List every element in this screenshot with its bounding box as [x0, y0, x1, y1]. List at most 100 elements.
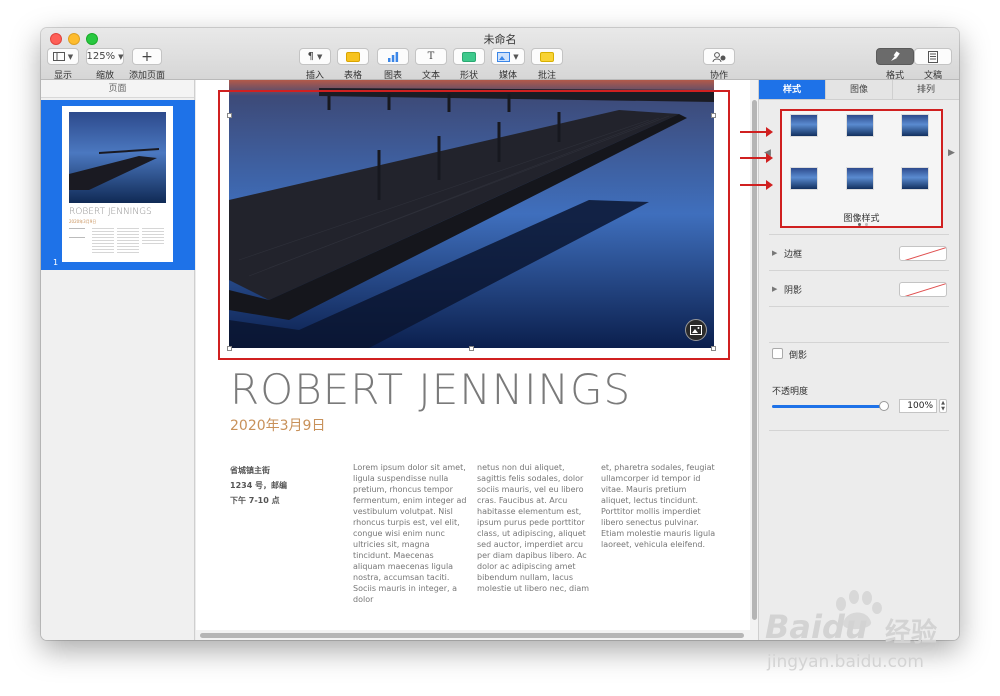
resize-handle[interactable] [227, 346, 232, 351]
add-person-icon [712, 51, 726, 62]
page-thumbnail-1[interactable]: ROBERT JENNINGS 2020年3月9日 1 [41, 100, 195, 270]
insert-button[interactable]: ¶ ▼ 插入 [299, 48, 331, 81]
page-thumbnail-preview: ROBERT JENNINGS 2020年3月9日 [62, 106, 173, 262]
reflection-label: 倒影 [789, 351, 808, 361]
plus-icon: + [141, 48, 153, 65]
view-button[interactable]: ▼ 显示 [47, 48, 79, 81]
image-style-2[interactable] [846, 114, 874, 137]
address-line: 下午 7-10 点 [230, 496, 280, 505]
watermark-url: jingyan.baidu.com [767, 652, 924, 672]
horizontal-scrollbar[interactable] [196, 630, 750, 640]
shadow-label[interactable]: 阴影 [784, 283, 802, 296]
section-divider [769, 342, 949, 343]
page-dot[interactable] [865, 223, 868, 226]
address-line: 1234 号，邮编 [230, 481, 288, 490]
text-box-icon: T [427, 51, 435, 62]
table-icon [346, 51, 360, 62]
no-fill-icon [904, 283, 946, 296]
watermark-subtitle: 经验 [885, 618, 938, 648]
document-date[interactable]: 2020年3月9日 [230, 415, 325, 435]
opacity-stepper[interactable]: ▲ ▼ [939, 399, 947, 413]
disclosure-triangle-icon[interactable]: ▶ [772, 285, 777, 293]
tab-style[interactable]: 样式 [759, 80, 826, 99]
thumbnail-date: 2020年3月9日 [69, 219, 97, 224]
opacity-slider-knob[interactable] [879, 401, 889, 411]
image-style-5[interactable] [846, 167, 874, 190]
paintbrush-icon [891, 51, 900, 61]
pier-image-icon [69, 148, 159, 190]
border-swatch[interactable] [899, 246, 947, 261]
image-style-4[interactable] [790, 167, 818, 190]
body-text-column-2[interactable]: netus non dui aliquet, sagittis felis so… [477, 462, 592, 594]
zoom-control[interactable]: 125% ▼ 缩放 [86, 48, 124, 81]
chevron-down-icon: ▼ [67, 52, 74, 61]
document-name[interactable]: ROBERT JENNINGS [230, 365, 631, 414]
document-page[interactable]: ROBERT JENNINGS 2020年3月9日 省城镇主街 1234 号，邮… [196, 80, 750, 630]
thumbnail-column [92, 228, 114, 254]
text-button[interactable]: T 文本 [415, 48, 447, 81]
format-inspector: 样式 图像 排列 ◀ ▶ 图像样式 ▶ 边框 ▶ 阴影 [758, 80, 959, 640]
image-style-1[interactable] [790, 114, 818, 137]
thumbnail-address-lines [69, 228, 85, 238]
section-divider [769, 234, 949, 235]
window-title: 未命名 [483, 33, 517, 46]
border-label[interactable]: 边框 [784, 247, 802, 260]
resize-handle[interactable] [711, 113, 716, 118]
page-thumbnails-panel: 页面 ROBERT JENNINGS 2020年3月9日 1 [41, 80, 195, 640]
comment-icon [540, 51, 554, 62]
annotation-arrow [740, 180, 773, 190]
chevron-down-icon: ▼ [316, 52, 323, 61]
opacity-field[interactable]: 100% [899, 399, 937, 413]
shadow-swatch[interactable] [899, 282, 947, 297]
image-style-6[interactable] [901, 167, 929, 190]
paragraph-icon: ¶ [307, 51, 314, 62]
vertical-scroll-thumb[interactable] [752, 100, 757, 620]
page-dot-active[interactable] [858, 223, 861, 226]
comment-button[interactable]: 批注 [531, 48, 563, 81]
media-button[interactable]: ▼ 媒体 [491, 48, 525, 81]
address-block[interactable]: 省城镇主街 1234 号，邮编 下午 7-10 点 [230, 463, 287, 508]
bar-chart-icon [388, 51, 399, 62]
section-divider [769, 306, 949, 307]
no-fill-icon [904, 247, 946, 260]
baidu-watermark: Baidu 经验 jingyan.baidu.com [765, 590, 985, 680]
opacity-slider[interactable] [772, 401, 889, 411]
image-icon [497, 51, 511, 62]
resize-handle[interactable] [469, 346, 474, 351]
resize-handle[interactable] [227, 113, 232, 118]
tab-arrange[interactable]: 排列 [893, 80, 959, 99]
thumbnail-name: ROBERT JENNINGS [69, 207, 152, 217]
table-button[interactable]: 表格 [337, 48, 369, 81]
horizontal-scroll-thumb[interactable] [200, 633, 744, 638]
format-button[interactable]: 格式 [876, 48, 914, 81]
watermark-brand: Baidu [765, 608, 868, 646]
shape-button[interactable]: 形状 [453, 48, 485, 81]
chevron-down-icon[interactable]: ▼ [940, 406, 946, 412]
pages-app-window: 未命名 ▼ 显示 125% ▼ 缩放 + 添加页面 ¶ ▼ 插入 表格 图表 T… [41, 28, 959, 640]
opacity-label: 不透明度 [772, 387, 809, 397]
section-divider [769, 430, 949, 431]
chart-button[interactable]: 图表 [377, 48, 409, 81]
body-text-column-3[interactable]: et, pharetra sodales, feugiat ullamcorpe… [601, 462, 716, 550]
image-styles-caption: 图像样式 [843, 214, 880, 224]
document-icon [928, 50, 938, 63]
inspector-tabs: 样式 图像 排列 [759, 80, 959, 100]
resize-handle[interactable] [711, 346, 716, 351]
tab-image[interactable]: 图像 [826, 80, 893, 99]
disclosure-triangle-icon[interactable]: ▶ [772, 249, 777, 257]
chevron-down-icon: ▼ [513, 52, 519, 61]
body-text-column-1[interactable]: Lorem ipsum dolor sit amet, ligula suspe… [353, 462, 468, 605]
document-button[interactable]: 文稿 [914, 48, 952, 81]
section-divider [769, 270, 949, 271]
annotation-arrow [740, 127, 773, 137]
pages-panel-header: 页面 [41, 80, 194, 98]
add-page-button[interactable]: + 添加页面 [129, 48, 165, 81]
collaborate-button[interactable]: 协作 [703, 48, 735, 81]
next-styles-icon[interactable]: ▶ [948, 148, 955, 158]
image-style-3[interactable] [901, 114, 929, 137]
thumbnail-column [117, 228, 139, 254]
document-canvas[interactable]: ROBERT JENNINGS 2020年3月9日 省城镇主街 1234 号，邮… [196, 80, 759, 640]
sidebar-view-icon [52, 52, 65, 61]
reflection-checkbox[interactable] [772, 348, 783, 359]
page-number: 1 [53, 258, 59, 267]
